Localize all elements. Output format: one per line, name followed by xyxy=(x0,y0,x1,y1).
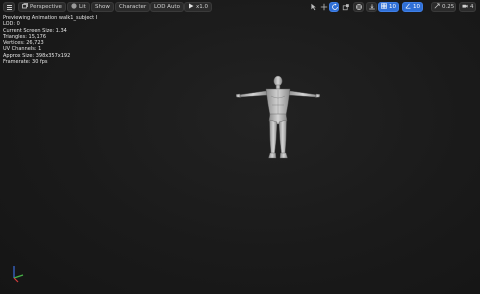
lod-button[interactable]: LOD Auto xyxy=(150,2,184,12)
play-icon xyxy=(189,3,194,9)
viewport-toolbar: Perspective Lit Show Character LOD Auto … xyxy=(0,0,480,14)
rotate-icon xyxy=(332,3,338,10)
perspective-icon xyxy=(22,3,28,9)
mannequin-character[interactable] xyxy=(236,74,320,160)
viewport-stats: Previewing Animation walk1_subject I LOD… xyxy=(3,15,97,65)
framerate-text: Framerate: 30 fps xyxy=(3,59,48,66)
show-button[interactable]: Show xyxy=(91,2,114,12)
snap-surface-icon xyxy=(369,4,375,10)
coordinate-space-button[interactable] xyxy=(353,2,364,12)
viewport-menu-button[interactable] xyxy=(3,2,15,12)
scale-snap-button[interactable]: 0.25 xyxy=(431,2,456,12)
move-icon xyxy=(320,3,328,11)
surface-snap-button[interactable] xyxy=(366,2,377,12)
axis-gizmo xyxy=(13,266,24,283)
select-tool-button[interactable] xyxy=(307,2,317,12)
sphere-icon xyxy=(71,3,77,9)
character-button[interactable]: Character xyxy=(115,2,151,12)
angle-icon xyxy=(405,3,411,9)
camera-icon xyxy=(462,4,468,8)
cursor-icon xyxy=(311,3,316,11)
hamburger-icon xyxy=(7,5,12,6)
grid-icon xyxy=(381,3,387,9)
perspective-button[interactable]: Perspective xyxy=(18,2,66,12)
scale-snap-icon xyxy=(434,3,440,9)
scale-tool-button[interactable] xyxy=(340,2,350,12)
x-axis-line xyxy=(13,277,19,283)
rotate-tool-button[interactable] xyxy=(329,2,339,12)
camera-speed-button[interactable]: 4 xyxy=(459,2,476,12)
lit-mode-button[interactable]: Lit xyxy=(67,2,90,12)
y-axis-line xyxy=(13,274,24,279)
playrate-button[interactable]: x1.0 xyxy=(184,2,213,12)
translate-tool-button[interactable] xyxy=(318,2,328,12)
grid-snap-button[interactable]: 10 xyxy=(378,2,399,12)
globe-icon xyxy=(356,4,362,10)
scale-icon xyxy=(342,4,349,11)
rotation-snap-button[interactable]: 10 xyxy=(402,2,423,12)
